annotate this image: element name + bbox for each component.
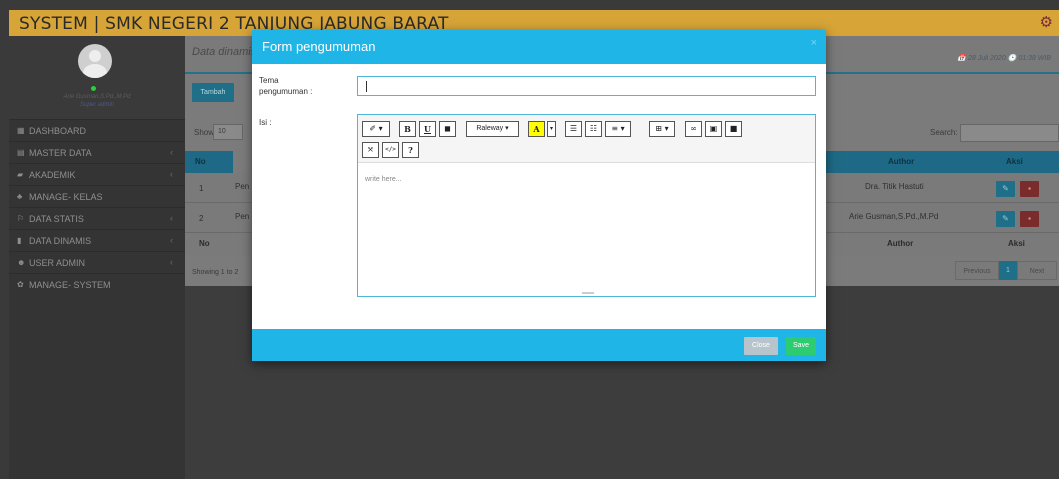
sidebar-item-manage-kelas[interactable]: ♣ MANAGE- KELAS bbox=[9, 185, 185, 207]
eraser-icon[interactable]: ◼ bbox=[439, 121, 456, 137]
chevron-down-icon[interactable]: ▾ bbox=[547, 121, 556, 137]
pager-page-1[interactable]: 1 bbox=[999, 261, 1017, 280]
font-family-select[interactable]: Raleway ▾ bbox=[466, 121, 519, 137]
database-icon: ▤ bbox=[17, 148, 25, 157]
code-view-icon[interactable]: </> bbox=[382, 142, 399, 158]
isi-label: Isi : bbox=[259, 118, 272, 127]
sidebar-item-label: AKADEMIK bbox=[29, 170, 76, 180]
sidebar-item-label: DATA DINAMIS bbox=[29, 236, 92, 246]
sidebar-item-akademik[interactable]: ▰ AKADEMIK ‹ bbox=[9, 163, 185, 185]
link-icon[interactable]: ∞ bbox=[685, 121, 702, 137]
rich-text-editor[interactable]: ✐ ▾ B U ◼ Raleway ▾ A ▾ ☰ ☷ ≡ ▾ ⊞ ▾ ∞ ▣ … bbox=[357, 114, 816, 297]
close-button[interactable]: Close bbox=[744, 337, 778, 355]
sidebar-item-label: DATA STATIS bbox=[29, 214, 84, 224]
show-entries-select[interactable]: 10 bbox=[213, 124, 243, 140]
editor-toolbar: ✐ ▾ B U ◼ Raleway ▾ A ▾ ☰ ☷ ≡ ▾ ⊞ ▾ ∞ ▣ … bbox=[358, 115, 815, 163]
cog-icon: ✿ bbox=[17, 280, 24, 289]
tema-input[interactable] bbox=[357, 76, 816, 96]
edit-icon[interactable]: ✎ bbox=[996, 211, 1015, 227]
showing-info: Showing 1 to 2 bbox=[192, 269, 239, 276]
flag-icon: ⚐ bbox=[17, 214, 25, 223]
sidebar-item-label: MANAGE- KELAS bbox=[29, 192, 103, 202]
search-input[interactable] bbox=[960, 124, 1059, 142]
paragraph-align-icon[interactable]: ≡ ▾ bbox=[605, 121, 631, 137]
sidebar-item-label: DASHBOARD bbox=[29, 126, 87, 136]
chevron-left-icon: ‹ bbox=[170, 213, 173, 223]
chevron-left-icon: ‹ bbox=[170, 257, 173, 267]
unordered-list-icon[interactable]: ☰ bbox=[565, 121, 582, 137]
video-icon[interactable]: ■ bbox=[725, 121, 742, 137]
modal-title: Form pengumuman bbox=[262, 39, 376, 54]
show-entries-label: Show bbox=[194, 128, 215, 137]
underline-button[interactable]: U bbox=[419, 121, 436, 137]
edit-icon[interactable]: ✎ bbox=[996, 181, 1015, 197]
sidebar-item-label: MANAGE- SYSTEM bbox=[29, 280, 111, 290]
text-caret bbox=[366, 81, 367, 92]
column-header-author[interactable]: Author bbox=[826, 151, 976, 173]
modal-header: Form pengumuman × bbox=[252, 30, 826, 64]
table-icon[interactable]: ⊞ ▾ bbox=[649, 121, 675, 137]
sidebar-item-label: USER ADMIN bbox=[29, 258, 86, 268]
user-profile: Arie Gusman,S.Pd.,M.Pd Super admin bbox=[9, 36, 185, 119]
magic-wand-icon[interactable]: ✐ ▾ bbox=[362, 121, 390, 137]
ordered-list-icon[interactable]: ☷ bbox=[585, 121, 602, 137]
tema-label: Tema pengumuman : bbox=[259, 76, 313, 96]
sitemap-icon: ♣ bbox=[17, 192, 23, 201]
user-role: Super admin bbox=[79, 102, 115, 108]
pager-next[interactable]: Next bbox=[1017, 261, 1057, 280]
image-icon[interactable]: ▣ bbox=[705, 121, 722, 137]
user-name: Arie Gusman,S.Pd.,M.Pd bbox=[63, 94, 131, 100]
bar-chart-icon: ▮ bbox=[17, 236, 22, 245]
chevron-left-icon: ‹ bbox=[170, 235, 173, 245]
trash-icon[interactable]: ▪ bbox=[1020, 181, 1039, 197]
bold-button[interactable]: B bbox=[399, 121, 416, 137]
trash-icon[interactable]: ▪ bbox=[1020, 211, 1039, 227]
font-color-button[interactable]: A bbox=[528, 121, 545, 137]
gear-icon[interactable]: ⚙ bbox=[1040, 13, 1053, 31]
announcement-modal: Form pengumuman × Tema pengumuman : Isi … bbox=[252, 30, 826, 361]
chevron-left-icon: ‹ bbox=[170, 169, 173, 179]
sidebar-item-manage-system[interactable]: ✿ MANAGE- SYSTEM bbox=[9, 273, 185, 295]
pager-previous[interactable]: Previous bbox=[955, 261, 999, 280]
help-icon[interactable]: ? bbox=[402, 142, 419, 158]
column-header-aksi[interactable]: Aksi bbox=[976, 151, 1059, 173]
sidebar-item-data-dinamis[interactable]: ▮ DATA DINAMIS ‹ bbox=[9, 229, 185, 251]
sidebar-item-dashboard[interactable]: ▦ DASHBOARD bbox=[9, 119, 185, 141]
sidebar-item-data-statis[interactable]: ⚐ DATA STATIS ‹ bbox=[9, 207, 185, 229]
sidebar: Arie Gusman,S.Pd.,M.Pd Super admin ▦ DAS… bbox=[9, 36, 185, 479]
editor-placeholder: write here... bbox=[365, 176, 402, 183]
sidebar-item-master-data[interactable]: ▤ MASTER DATA ‹ bbox=[9, 141, 185, 163]
search-label: Search: bbox=[930, 128, 958, 137]
online-status-icon bbox=[91, 86, 96, 91]
fullscreen-icon[interactable]: ⤧ bbox=[362, 142, 379, 158]
breadcrumb: Data dinamis bbox=[192, 46, 257, 58]
chevron-left-icon: ‹ bbox=[170, 147, 173, 157]
sidebar-item-user-admin[interactable]: ☻ USER ADMIN ‹ bbox=[9, 251, 185, 273]
book-icon: ▰ bbox=[17, 170, 24, 179]
save-button[interactable]: Save bbox=[786, 337, 816, 355]
datetime: 📅 28 Juli 2020 🕒 01:38 WIB bbox=[957, 55, 1051, 62]
close-icon[interactable]: × bbox=[811, 37, 817, 49]
add-button[interactable]: Tambah bbox=[192, 83, 234, 102]
sidebar-item-label: MASTER DATA bbox=[29, 148, 92, 158]
modal-footer bbox=[252, 329, 826, 361]
column-header-no[interactable]: No bbox=[185, 151, 233, 173]
resize-handle[interactable] bbox=[582, 292, 594, 294]
users-icon: ☻ bbox=[17, 258, 26, 267]
dashboard-icon: ▦ bbox=[17, 126, 25, 135]
avatar bbox=[78, 44, 112, 78]
